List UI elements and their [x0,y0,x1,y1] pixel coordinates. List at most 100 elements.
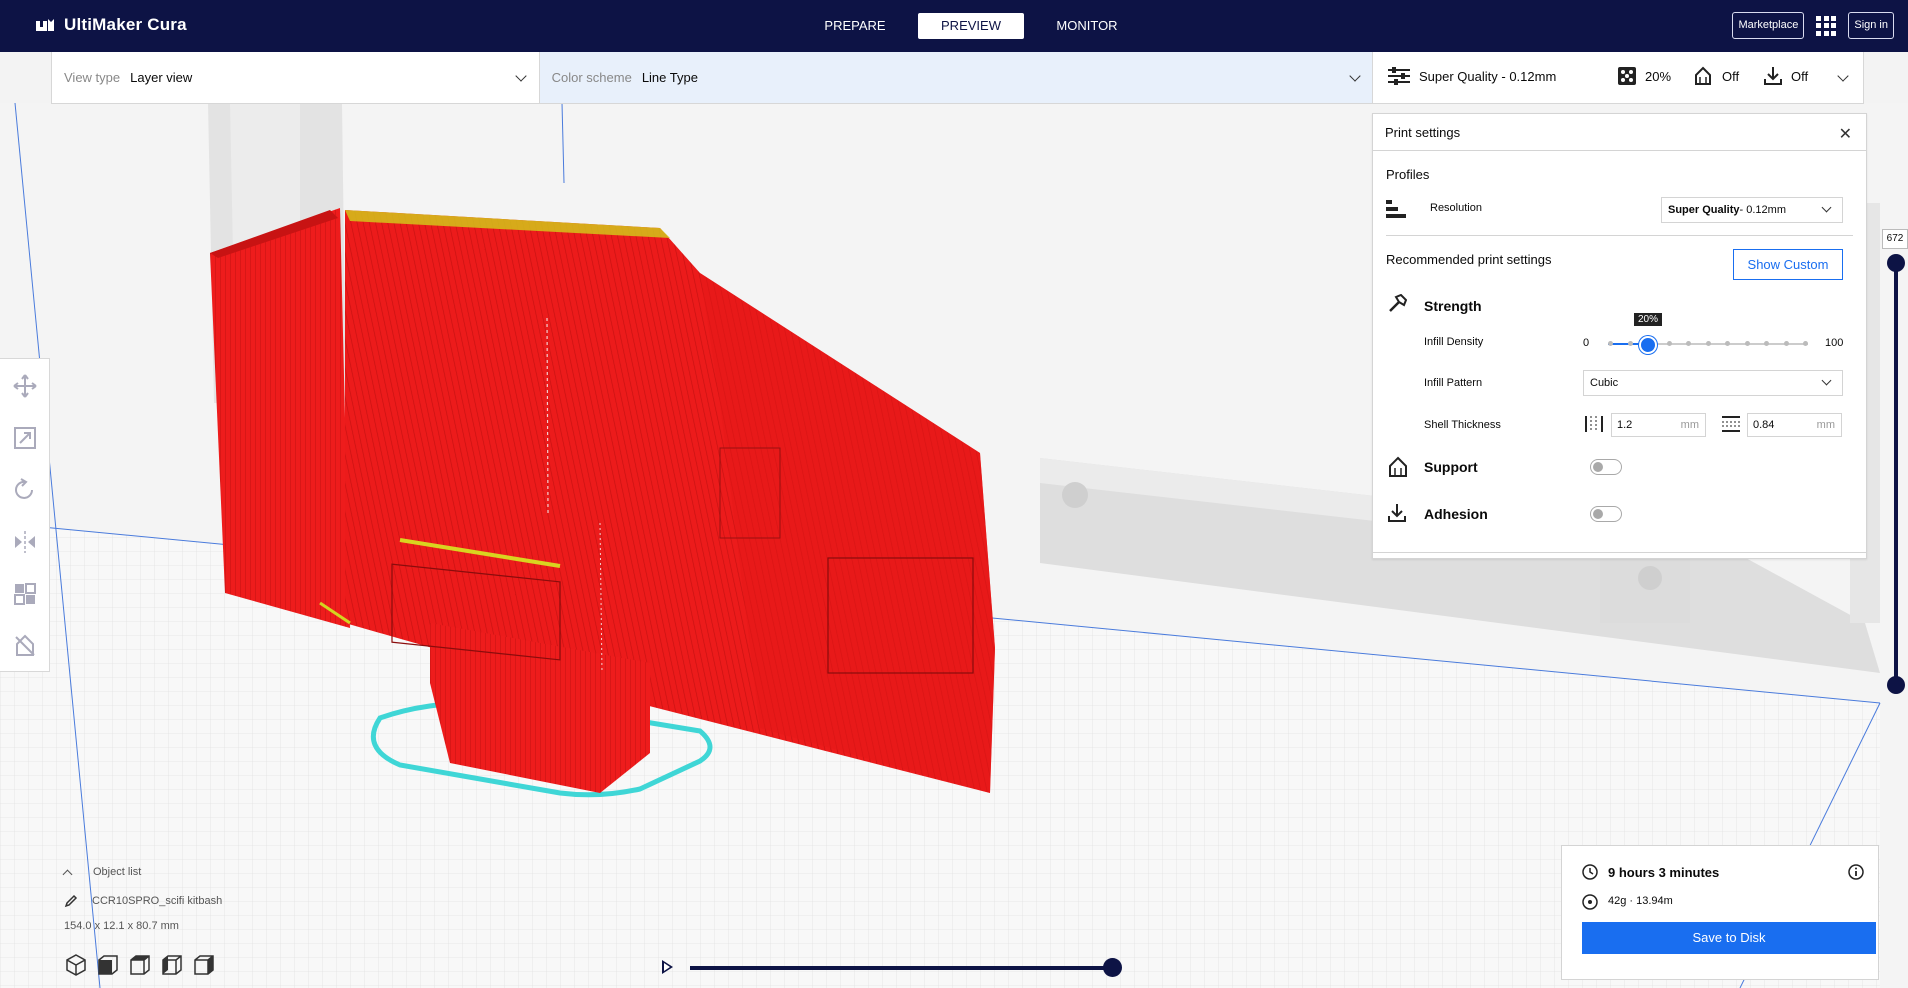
adhesion-summary: Off [1791,68,1809,84]
recommended-heading: Recommended print settings [1386,252,1552,267]
infill-icon [1618,67,1636,85]
print-time: 9 hours 3 minutes [1608,865,1720,880]
scale-icon[interactable] [12,425,38,451]
support-summary: Off [1722,68,1740,84]
path-slider-handle[interactable] [1103,958,1122,977]
color-scheme-value: Line Type [641,70,698,85]
resolution-dropdown[interactable]: Super Quality - 0.12mm [1661,197,1843,223]
path-slider-track[interactable] [690,966,1110,970]
wall-thickness-input[interactable]: 1.2 mm [1611,413,1706,437]
divider [1386,235,1853,236]
infill-pattern-value: Cubic [1590,377,1619,389]
top-bottom-thickness-input[interactable]: 0.84 mm [1747,413,1842,437]
close-icon[interactable]: ✕ [1839,124,1852,144]
view-bar: View type Layer view Color scheme Line T… [51,52,1374,104]
wall-thickness-icon [1585,416,1603,432]
object-dimensions: 154.0 x 12.1 x 80.7 mm [64,920,179,932]
chevron-up-icon [62,869,73,879]
pencil-icon [64,894,78,908]
support-toggle[interactable] [1590,459,1622,475]
infill-summary: 20% [1645,68,1672,84]
resolution-icon [1386,200,1406,218]
apps-grid-icon[interactable] [1816,15,1837,36]
left-toolbar [0,358,50,672]
chevron-down-icon [1821,202,1832,213]
settings-sliders-icon [1388,67,1410,85]
view-type-label: View type [64,70,121,85]
support-blocker-icon[interactable] [12,633,38,659]
adhesion-heading: Adhesion [1424,506,1488,522]
strength-heading: Strength [1424,298,1482,314]
clock-icon [1582,864,1598,880]
top-navbar: UltiMaker Cura PREPARE PREVIEW MONITOR M… [0,0,1908,52]
infill-slider-handle[interactable] [1639,336,1657,354]
ultimaker-logo-icon [36,19,54,31]
show-custom-button[interactable]: Show Custom [1733,249,1843,280]
rotate-icon[interactable] [12,477,38,503]
support-icon [1389,456,1407,477]
adhesion-toggle[interactable] [1590,506,1622,522]
resolution-value-rest: - 0.12mm [1739,204,1786,216]
object-name-row[interactable]: CCR10SPRO_scifi kitbash [64,894,222,908]
color-scheme-label: Color scheme [551,70,632,85]
panel-resize-handle[interactable] [1373,552,1866,553]
top-bottom-thickness-unit: mm [1816,419,1835,431]
top-bottom-thickness-value: 0.84 [1753,419,1775,431]
support-heading: Support [1424,459,1478,475]
object-list-header: Object list [93,866,142,878]
tab-preview[interactable]: PREVIEW [918,13,1024,39]
print-settings-panel: Print settings ✕ Profiles Resolution Sup… [1372,113,1867,559]
front-view-icon[interactable] [98,954,118,976]
adhesion-icon [1388,504,1406,522]
chevron-down-icon [1837,70,1849,82]
app-name: UltiMaker Cura [64,15,187,34]
layer-slider-track[interactable] [1894,262,1898,687]
chevron-down-icon [1821,375,1832,386]
info-icon[interactable] [1848,864,1864,880]
object-name: CCR10SPRO_scifi kitbash [92,895,223,907]
layer-slider-upper-handle[interactable] [1887,254,1905,272]
stage-tabs: PREPARE PREVIEW MONITOR [802,13,1140,39]
right-view-icon[interactable] [194,954,214,976]
play-simulation-button[interactable] [662,960,673,974]
3d-view-icon[interactable] [66,954,86,976]
tab-prepare[interactable]: PREPARE [802,13,908,39]
job-specs-panel: 9 hours 3 minutes 42g · 13.94m Save to D… [1561,845,1879,980]
camera-view-buttons [66,954,214,976]
move-icon[interactable] [12,373,38,399]
color-scheme-dropdown[interactable]: Color scheme Line Type [539,52,1373,103]
top-bottom-thickness-icon [1722,416,1740,432]
infill-density-label: Infill Density [1424,336,1484,348]
wall-thickness-value: 1.2 [1617,419,1633,431]
view-type-dropdown[interactable]: View type Layer view [52,52,540,103]
support-icon [1695,66,1711,85]
layer-slider-lower-handle[interactable] [1887,676,1905,694]
left-view-icon[interactable] [162,954,182,976]
panel-header: Print settings ✕ [1373,114,1866,151]
mirror-icon[interactable] [12,529,38,555]
tab-monitor[interactable]: MONITOR [1034,13,1140,39]
layer-number-box[interactable]: 672 [1882,229,1908,249]
object-list-toggle[interactable]: Object list [62,866,222,879]
save-to-disk-button[interactable]: Save to Disk [1582,922,1876,954]
view-type-value: Layer view [130,70,193,85]
panel-title: Print settings [1385,124,1461,140]
profile-summary: Super Quality - 0.12mm [1419,68,1557,84]
infill-min-label: 0 [1583,337,1590,349]
object-list: Object list CCR10SPRO_scifi kitbash 154.… [62,866,222,932]
infill-max-label: 100 [1825,337,1844,349]
print-setup-header[interactable]: Super Quality - 0.12mm 20% Off Off [1372,52,1864,104]
top-view-icon[interactable] [130,954,150,976]
resolution-label: Resolution [1430,202,1482,214]
sign-in-button[interactable]: Sign in [1848,12,1894,39]
resolution-value-bold: Super Quality [1668,204,1740,216]
infill-slider-ticks [1608,341,1808,347]
marketplace-button[interactable]: Marketplace [1732,12,1805,39]
wall-thickness-unit: mm [1680,419,1699,431]
per-model-settings-icon[interactable] [12,581,38,607]
chevron-down-icon [1349,70,1361,82]
infill-pattern-label: Infill Pattern [1424,377,1483,389]
infill-pattern-dropdown[interactable]: Cubic [1583,370,1843,396]
profiles-heading: Profiles [1386,167,1430,182]
hammer-icon [1389,294,1407,312]
